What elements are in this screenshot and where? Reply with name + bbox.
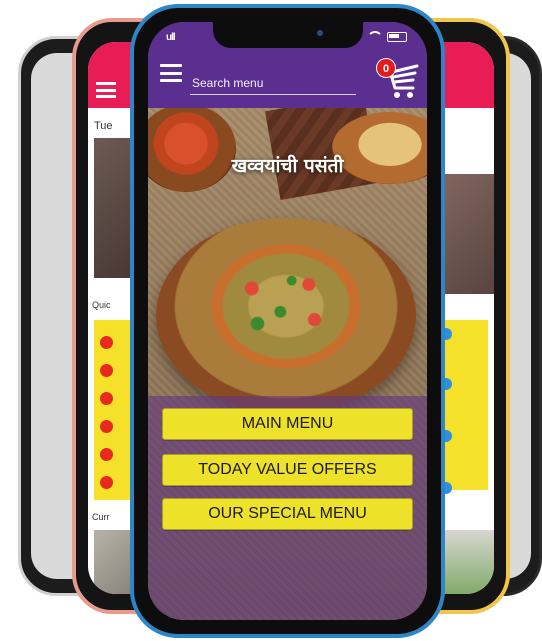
main-phone: ull 0 — [130, 4, 445, 638]
hamburger-icon — [96, 82, 116, 98]
signal-icon: ull — [166, 32, 176, 43]
bullet-icon — [100, 448, 113, 461]
hamburger-icon[interactable] — [160, 64, 182, 82]
bullet-icon — [100, 392, 113, 405]
bullet-icon — [100, 476, 113, 489]
partial-text: Curr — [92, 512, 110, 522]
main-menu-button[interactable]: MAIN MENU — [162, 408, 413, 440]
menu-panel: MAIN MENU TODAY VALUE OFFERS OUR SPECIAL… — [148, 396, 427, 620]
wifi-icon — [367, 31, 383, 42]
partial-text: Tue — [94, 120, 113, 132]
cart-count-badge: 0 — [376, 58, 396, 78]
search-bar — [190, 72, 356, 95]
hero-banner: खव्वयांची पसंती MAIN MENU TODAY VALUE OF… — [148, 108, 427, 620]
camera-icon — [316, 30, 323, 36]
cart-button[interactable]: 0 — [376, 58, 424, 102]
main-phone-screen: ull 0 — [148, 22, 427, 620]
food-bowl-image — [148, 108, 236, 192]
bullet-icon — [100, 364, 113, 377]
hero-title: खव्वयांची पसंती — [231, 155, 344, 177]
bullet-icon — [100, 420, 113, 433]
partial-text: Quic — [92, 300, 111, 310]
bullet-icon — [100, 336, 113, 349]
our-special-menu-button[interactable]: OUR SPECIAL MENU — [162, 498, 413, 530]
battery-icon — [387, 31, 407, 42]
search-input[interactable] — [190, 72, 356, 94]
main-food-bowl-image — [156, 218, 416, 414]
phone-notch — [212, 18, 363, 48]
today-value-offers-button[interactable]: TODAY VALUE OFFERS — [162, 454, 413, 486]
